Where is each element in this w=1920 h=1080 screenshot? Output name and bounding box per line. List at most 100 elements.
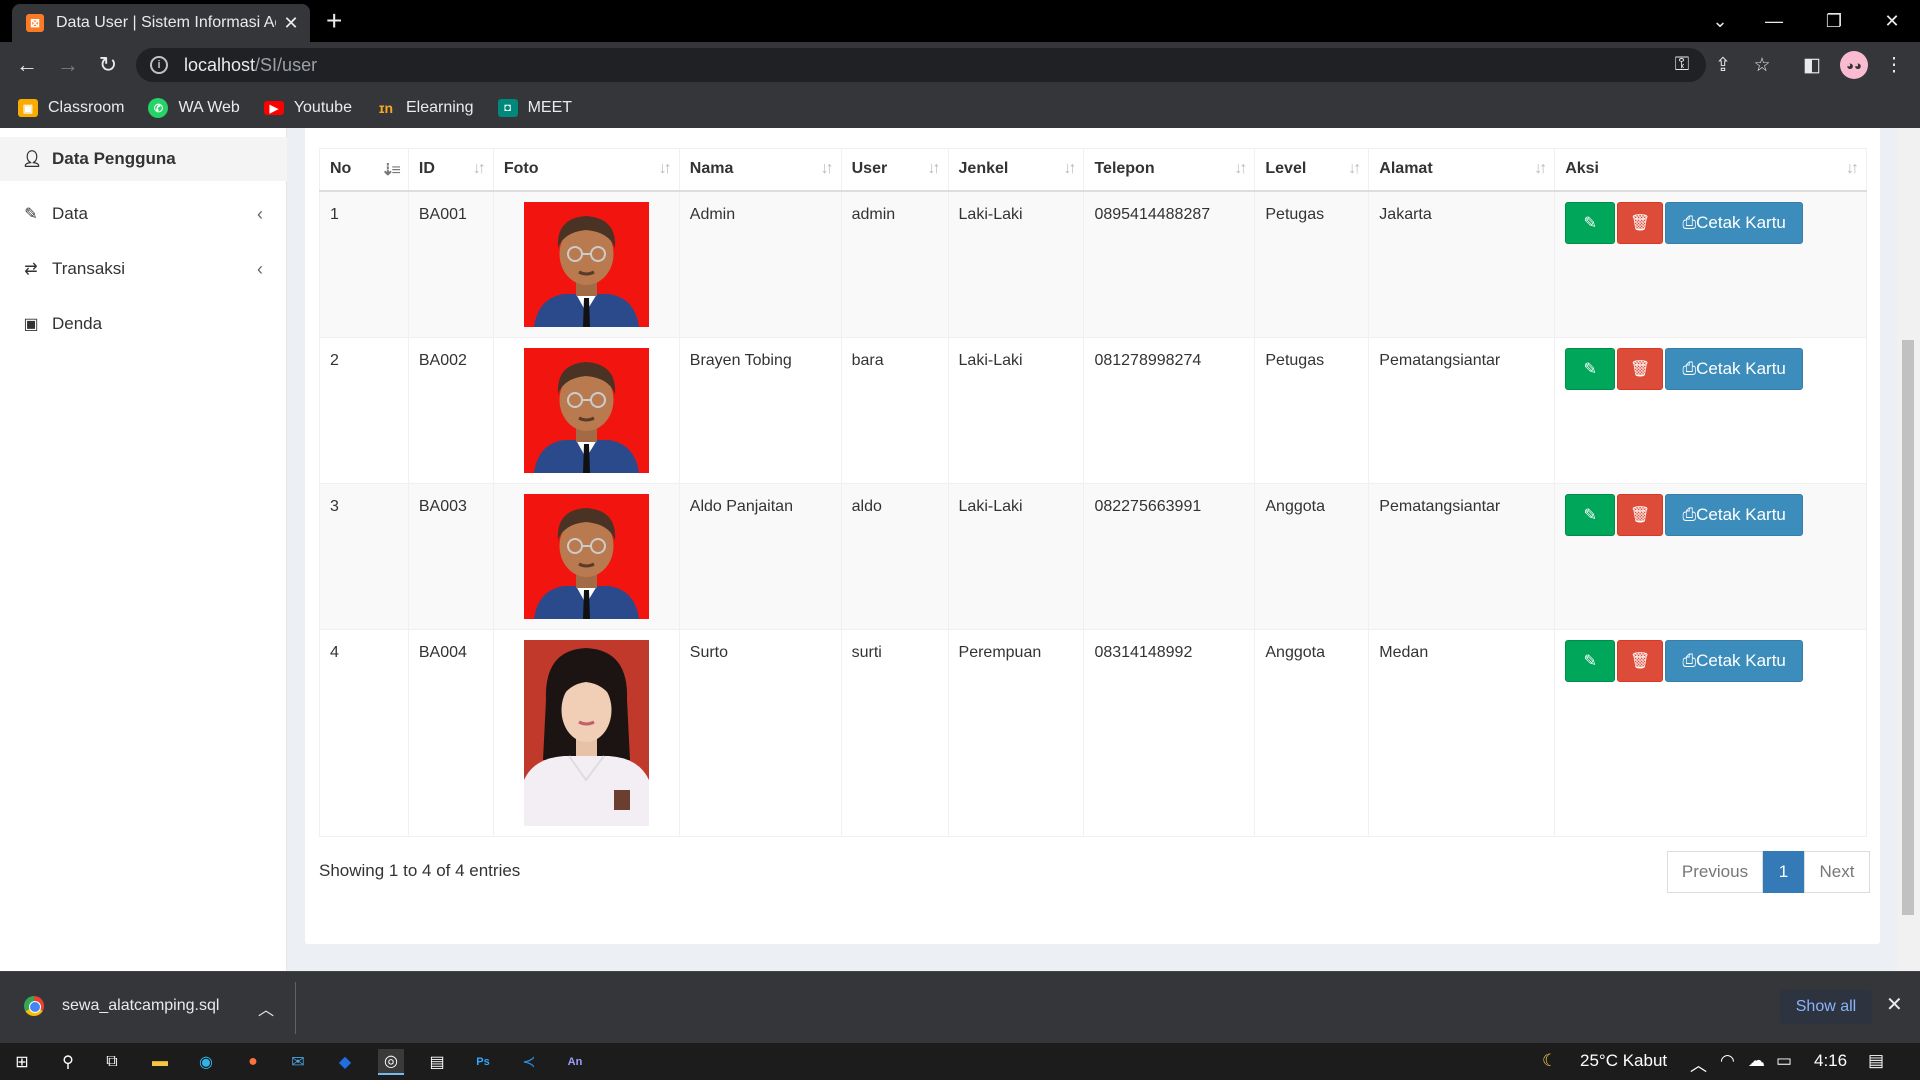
task-view-icon[interactable]: ⧉ <box>99 1049 125 1075</box>
firefox-icon[interactable]: ● <box>240 1049 266 1075</box>
tab-close-icon[interactable]: ✕ <box>282 13 300 34</box>
share-icon[interactable]: ⇪ <box>1709 51 1737 79</box>
col-label: No <box>330 160 352 178</box>
app-window-icon[interactable]: ▤ <box>424 1049 450 1075</box>
cell-alamat: Pematangsiantar <box>1368 483 1556 630</box>
delete-button[interactable]: 🗑︎ <box>1617 348 1664 390</box>
key-icon[interactable]: ⚿ <box>1668 51 1696 79</box>
sidebar-item-denda[interactable]: ▣ Denda <box>0 302 287 346</box>
search-icon[interactable]: ⚲ <box>55 1049 81 1075</box>
restore-icon[interactable]: ❐ <box>1806 0 1862 42</box>
close-download-bar-icon[interactable]: ✕ <box>1886 992 1903 1017</box>
weather-icon: ☾ <box>1542 1051 1558 1070</box>
download-item[interactable]: sewa_alatcamping.sql <box>24 996 219 1016</box>
chevron-up-icon[interactable]: ︿ <box>258 996 274 1020</box>
file-explorer-icon[interactable]: ▬ <box>147 1049 173 1075</box>
chevron-up-icon[interactable]: ︿ <box>1690 1051 1707 1076</box>
dropbox-icon[interactable]: ◆ <box>332 1049 358 1075</box>
print-icon: ⎙ <box>1682 505 1697 524</box>
bookmark-youtube[interactable]: ▶ Youtube <box>263 99 352 117</box>
col-header-no[interactable]: No ⇣≡ <box>319 148 409 192</box>
col-header-aksi[interactable]: Aksi ↓↑ <box>1554 148 1867 192</box>
col-label: Jenkel <box>958 160 1009 178</box>
print-label: Cetak Kartu <box>1696 651 1786 670</box>
side-panel-icon[interactable]: ◧ <box>1798 51 1826 79</box>
menu-kebab-icon[interactable]: ⋮ <box>1880 51 1908 79</box>
avatar-male-illustration <box>533 362 639 473</box>
delete-button[interactable]: 🗑︎ <box>1617 494 1664 536</box>
print-card-button[interactable]: ⎙ Cetak Kartu <box>1665 201 1804 244</box>
edit-button[interactable]: ✎ <box>1565 640 1616 682</box>
bookmark-classroom[interactable]: ▣ Classroom <box>18 99 124 117</box>
profile-avatar[interactable]: ◕◕ <box>1840 51 1868 79</box>
sidebar-item-data-pengguna[interactable]: 👤︎ Data Pengguna <box>0 137 287 181</box>
notification-icon[interactable]: ▤ <box>1868 1051 1884 1071</box>
edit-button[interactable]: ✎ <box>1565 348 1616 390</box>
bookmark-star-icon[interactable]: ☆ <box>1748 51 1776 79</box>
minimize-icon[interactable]: — <box>1746 0 1802 42</box>
print-label: Cetak Kartu <box>1696 359 1786 378</box>
print-label: Cetak Kartu <box>1696 505 1786 524</box>
bookmark-label: Elearning <box>405 99 474 116</box>
print-card-button[interactable]: ⎙ Cetak Kartu <box>1665 348 1804 390</box>
delete-button[interactable]: 🗑︎ <box>1617 640 1664 682</box>
edge-icon[interactable]: ◉ <box>193 1049 219 1075</box>
forward-icon[interactable]: → <box>54 51 82 79</box>
col-header-level[interactable]: Level ↓↑ <box>1254 148 1370 192</box>
weather-text[interactable]: 25°C Kabut <box>1580 1051 1667 1071</box>
delete-button[interactable]: 🗑︎ <box>1617 201 1664 244</box>
print-label: Cetak Kartu <box>1696 212 1786 232</box>
tab-search-icon[interactable]: ⌄ <box>1692 0 1748 42</box>
cell-nama: Aldo Panjaitan <box>678 483 842 630</box>
cell-alamat: Jakarta <box>1368 190 1556 338</box>
tab-title: Data User | Sistem Informasi Adv <box>56 14 276 31</box>
edit-button[interactable]: ✎ <box>1565 201 1616 244</box>
show-all-button[interactable]: Show all <box>1780 990 1872 1024</box>
print-card-button[interactable]: ⎙ Cetak Kartu <box>1665 640 1804 682</box>
animate-icon[interactable]: An <box>562 1049 588 1075</box>
sort-asc-icon: ⇣≡ <box>381 162 401 179</box>
edit-button[interactable]: ✎ <box>1565 494 1616 536</box>
scrollbar-thumb[interactable] <box>1902 340 1914 915</box>
next-page-button[interactable]: Next <box>1804 851 1870 893</box>
bookmark-meet[interactable]: ◘ MEET <box>497 99 572 117</box>
col-header-telepon[interactable]: Telepon ↓↑ <box>1083 148 1256 192</box>
vscode-icon[interactable]: ≺ <box>516 1049 542 1075</box>
col-header-alamat[interactable]: Alamat ↓↑ <box>1368 148 1556 192</box>
bookmark-wa-web[interactable]: ✆ WA Web <box>148 98 240 118</box>
sidebar: 👤︎ Data Pengguna ✎ Data ‹ ⇄ Transaksi ‹ … <box>0 128 287 971</box>
edit-icon: ✎ <box>24 206 38 223</box>
cloud-icon[interactable]: ☁ <box>1748 1051 1765 1071</box>
new-tab-icon[interactable]: + <box>326 7 342 35</box>
sort-icon: ↓↑ <box>927 160 941 177</box>
col-header-user[interactable]: User ↓↑ <box>840 148 949 192</box>
browser-tab[interactable]: ⊠ Data User | Sistem Informasi Adv ✕ <box>12 4 310 42</box>
site-info-icon[interactable]: i <box>150 56 168 74</box>
chrome-taskbar-icon[interactable]: ◎ <box>378 1049 404 1075</box>
windows-start-icon[interactable]: ⊞ <box>9 1049 35 1075</box>
wifi-icon[interactable]: ◠ <box>1720 1051 1735 1071</box>
address-bar[interactable]: i localhost/SI/user <box>136 48 1706 82</box>
col-header-nama[interactable]: Nama ↓↑ <box>678 148 842 192</box>
sidebar-item-data[interactable]: ✎ Data ‹ <box>0 192 287 236</box>
battery-icon[interactable]: ▭ <box>1776 1051 1792 1071</box>
clock[interactable]: 4:16 <box>1814 1051 1847 1071</box>
photoshop-icon[interactable]: Ps <box>470 1049 496 1075</box>
col-header-jenkel[interactable]: Jenkel ↓↑ <box>947 148 1085 192</box>
sort-icon: ↓↑ <box>1348 160 1361 177</box>
table-header-row: No ⇣≡ ID ↓↑ Foto ↓↑ Nama ↓↑ User ↓↑ Jenkel ↓↑ … <box>319 148 1867 192</box>
col-header-foto[interactable]: Foto ↓↑ <box>492 148 680 192</box>
window-close-icon[interactable]: ✕ <box>1864 0 1920 42</box>
sort-icon: ↓↑ <box>658 160 672 177</box>
sort-icon: ↓↑ <box>1234 160 1247 177</box>
mail-icon[interactable]: ✉ <box>285 1049 311 1075</box>
bookmark-elearning[interactable]: ɪn Elearning <box>376 99 474 117</box>
sidebar-item-transaksi[interactable]: ⇄ Transaksi ‹ <box>0 247 287 291</box>
col-header-id[interactable]: ID ↓↑ <box>407 148 494 192</box>
previous-page-button[interactable]: Previous <box>1667 851 1763 893</box>
print-card-button[interactable]: ⎙ Cetak Kartu <box>1665 494 1804 536</box>
bookmarks-bar: ▣ Classroom ✆ WA Web ▶ Youtube ɪn Elearn… <box>0 88 1920 128</box>
back-icon[interactable]: ← <box>13 51 41 79</box>
page-1-button[interactable]: 1 <box>1763 851 1804 893</box>
reload-icon[interactable]: ↻ <box>94 51 122 79</box>
